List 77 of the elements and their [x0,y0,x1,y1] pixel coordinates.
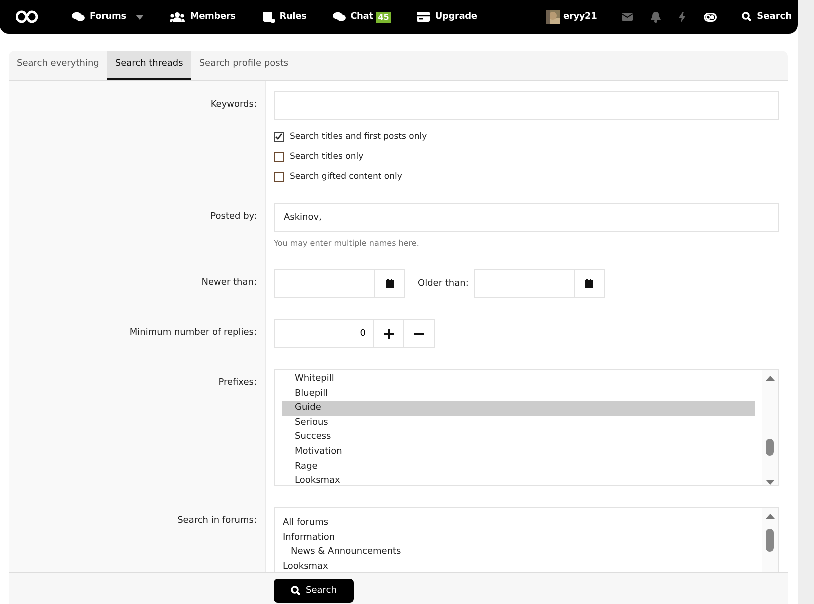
search-link[interactable]: Search [742,12,792,22]
list-option[interactable]: Serious [282,416,755,430]
search-icon [742,12,752,22]
checkbox[interactable] [274,132,284,142]
toggle-icon[interactable] [704,12,718,22]
scroll-icon [262,12,275,22]
count-badge: 45 [376,12,392,22]
nav-label: Forums [90,12,126,22]
credit-card-icon [417,12,430,22]
nav-link[interactable]: Forums [72,12,144,22]
field-label: Older than: [418,278,469,288]
nav-label: Upgrade [435,12,478,22]
list-option[interactable]: Whitepill [282,372,755,387]
tab[interactable]: Search everything [9,51,108,80]
chat-bubbles-icon [332,12,346,22]
checkbox-label: Search titles only [290,152,364,162]
number-stepper[interactable]: 0 [274,319,435,348]
up-arrow-icon[interactable] [766,376,774,381]
user-menu[interactable]: eryy21 [546,10,598,24]
list-option[interactable]: Information [282,530,755,546]
scrollbar-thumb[interactable] [766,439,774,456]
nav-link[interactable]: Upgrade [417,12,478,22]
list-option[interactable]: Bluepill [282,386,755,402]
field-label: Keywords: [210,100,257,110]
date-field[interactable] [474,269,605,298]
list-option[interactable]: Rage [282,460,755,474]
logo-icon[interactable] [16,10,38,24]
list-option[interactable]: News & Announcements [282,545,755,560]
field-label: Newer than: [202,278,257,288]
list-option[interactable]: Motivation [282,444,755,460]
checkbox-option[interactable]: Search titles only [274,150,779,163]
hint-text: You may enter multiple names here. [274,238,420,248]
chat-bubbles-icon [72,12,85,22]
scrollbar[interactable] [762,370,778,485]
search-icon [291,586,302,596]
envelope-icon[interactable] [622,13,634,21]
bell-icon[interactable] [651,12,662,22]
tab[interactable]: Search threads [107,51,192,80]
field-label: Search in forums: [178,516,257,526]
field-label: Prefixes: [218,378,257,388]
field-label: Posted by: [210,212,257,222]
scrollbar[interactable] [762,508,778,572]
search-button[interactable]: Search [274,579,354,603]
checkbox-option[interactable]: Search gifted content only [274,170,779,183]
list-option[interactable]: Looksmax [282,560,755,572]
checkbox-label: Search gifted content only [290,172,402,182]
caret-icon[interactable] [136,14,144,20]
page-scrollbar[interactable] [798,0,814,604]
nav-link[interactable]: Members [170,12,236,22]
checkbox[interactable] [274,172,284,182]
keywords-field[interactable] [274,91,779,120]
checkbox-label: Search titles and first posts only [290,132,428,142]
list-option[interactable]: Guide [282,401,755,416]
nav-label: Chat [350,12,374,22]
prefix-listbox[interactable]: Whitepill Bluepill Guide Serious Success Motivation Rage Looksmax [274,369,779,486]
minus-icon [414,332,424,334]
users-icon [170,12,186,22]
tab[interactable]: Search profile posts [191,51,297,80]
list-option[interactable]: Looksmax [282,474,755,485]
plus-icon [384,328,394,338]
up-arrow-icon[interactable] [766,514,774,519]
nav-label: Members [190,12,236,22]
posted-by-field[interactable]: Askinov, [274,203,779,232]
checkbox[interactable] [274,152,284,162]
date-field[interactable] [274,269,405,298]
nav-link[interactable]: Rules [262,12,307,22]
scrollbar-thumb[interactable] [766,529,774,552]
list-option[interactable]: All forums [282,516,755,531]
calendar-icon[interactable] [386,279,394,288]
down-arrow-icon[interactable] [766,480,774,485]
nav-link[interactable]: Chat 45 [332,12,392,22]
field-label: Minimum number of replies: [130,328,257,338]
nav-label: Rules [280,12,307,22]
calendar-icon[interactable] [585,279,594,288]
checkbox-option[interactable]: Search titles and first posts only [274,130,779,143]
lightning-icon[interactable] [679,12,686,22]
list-option[interactable]: Success [282,430,755,445]
